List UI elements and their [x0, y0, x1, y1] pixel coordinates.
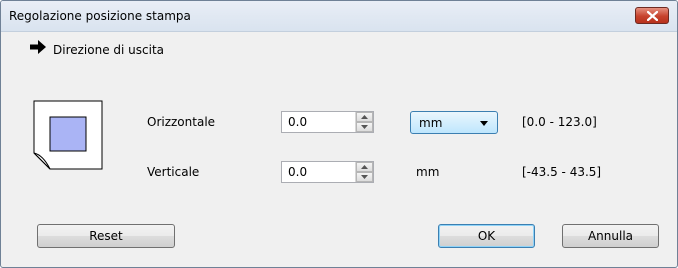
cancel-button[interactable]: Annulla — [562, 224, 659, 248]
triangle-down-icon — [361, 175, 368, 179]
paper-position-icon — [33, 100, 103, 170]
horizontal-spinbox[interactable]: 0.0 — [281, 111, 374, 133]
ok-button[interactable]: OK — [438, 224, 535, 248]
horizontal-range: [0.0 - 123.0] — [522, 115, 597, 129]
triangle-up-icon — [361, 115, 368, 119]
vertical-value[interactable]: 0.0 — [288, 165, 307, 179]
triangle-down-icon — [361, 125, 368, 129]
unit-dropdown-value: mm — [419, 116, 443, 130]
reset-button[interactable]: Reset — [37, 224, 175, 248]
vertical-range: [-43.5 - 43.5] — [522, 165, 602, 179]
title-bar: Regolazione posizione stampa — [1, 1, 677, 32]
close-icon — [647, 11, 658, 21]
vertical-spinbox[interactable]: 0.0 — [281, 161, 374, 183]
triangle-up-icon — [361, 165, 368, 169]
vertical-increment-button[interactable] — [356, 162, 373, 172]
horizontal-increment-button[interactable] — [356, 112, 373, 122]
vertical-decrement-button[interactable] — [356, 172, 373, 182]
unit-dropdown[interactable]: mm — [410, 111, 498, 134]
horizontal-value[interactable]: 0.0 — [288, 115, 307, 129]
vertical-label: Verticale — [147, 165, 200, 179]
horizontal-decrement-button[interactable] — [356, 122, 373, 132]
direction-label: Direzione di uscita — [53, 43, 165, 57]
close-button[interactable] — [635, 7, 669, 24]
right-arrow-icon — [30, 40, 46, 54]
dialog-window: Regolazione posizione stampa Direzione d… — [0, 0, 678, 268]
vertical-unit: mm — [416, 165, 440, 179]
window-title: Regolazione posizione stampa — [9, 9, 191, 23]
chevron-down-icon — [480, 121, 488, 126]
horizontal-label: Orizzontale — [147, 115, 216, 129]
